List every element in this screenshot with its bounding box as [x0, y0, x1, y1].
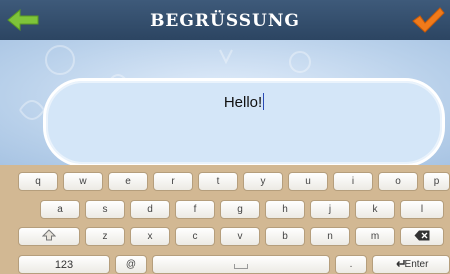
key-y[interactable]: y: [243, 172, 283, 191]
key-n[interactable]: n: [310, 227, 350, 246]
key-t[interactable]: t: [198, 172, 238, 191]
key-b[interactable]: b: [265, 227, 305, 246]
text-caret: [263, 93, 265, 110]
shift-arrow-icon: [41, 229, 57, 241]
at-key[interactable]: @: [115, 255, 147, 274]
input-text: Hello!: [223, 94, 263, 111]
backspace-key[interactable]: [400, 227, 444, 246]
key-q[interactable]: q: [18, 172, 58, 191]
enter-key[interactable]: Enter: [372, 255, 450, 274]
key-v[interactable]: v: [220, 227, 260, 246]
checkmark-icon: [412, 7, 445, 33]
page-title: BEGRÜSSUNG: [150, 11, 300, 31]
key-r[interactable]: r: [153, 172, 193, 191]
key-o[interactable]: o: [378, 172, 418, 191]
on-screen-keyboard: q w e r t y u i o p a s d f g h j k l z …: [0, 165, 450, 274]
key-l[interactable]: l: [400, 200, 444, 219]
key-u[interactable]: u: [288, 172, 328, 191]
key-f[interactable]: f: [175, 200, 215, 219]
key-d[interactable]: d: [130, 200, 170, 219]
backspace-icon: [414, 230, 430, 241]
key-k[interactable]: k: [355, 200, 395, 219]
key-w[interactable]: w: [63, 172, 103, 191]
confirm-button[interactable]: [410, 6, 446, 34]
numbers-key[interactable]: 123: [18, 255, 110, 274]
shift-key[interactable]: [18, 227, 80, 246]
enter-label: Enter: [404, 259, 429, 270]
editor-area: Hello!: [0, 40, 450, 167]
key-s[interactable]: s: [85, 200, 125, 219]
text-input-bubble[interactable]: Hello!: [43, 78, 445, 167]
key-h[interactable]: h: [265, 200, 305, 219]
key-c[interactable]: c: [175, 227, 215, 246]
key-m[interactable]: m: [355, 227, 395, 246]
title-bar: BEGRÜSSUNG: [0, 0, 450, 40]
key-z[interactable]: z: [85, 227, 125, 246]
space-icon: [234, 264, 248, 269]
space-key[interactable]: [152, 255, 330, 274]
key-g[interactable]: g: [220, 200, 260, 219]
key-j[interactable]: j: [310, 200, 350, 219]
key-i[interactable]: i: [333, 172, 373, 191]
key-p[interactable]: p: [423, 172, 450, 191]
enter-arrow-icon: [396, 260, 405, 268]
key-x[interactable]: x: [130, 227, 170, 246]
key-a[interactable]: a: [40, 200, 80, 219]
key-e[interactable]: e: [108, 172, 148, 191]
text-input-value[interactable]: Hello!: [46, 93, 442, 111]
dot-key[interactable]: .: [335, 255, 367, 274]
